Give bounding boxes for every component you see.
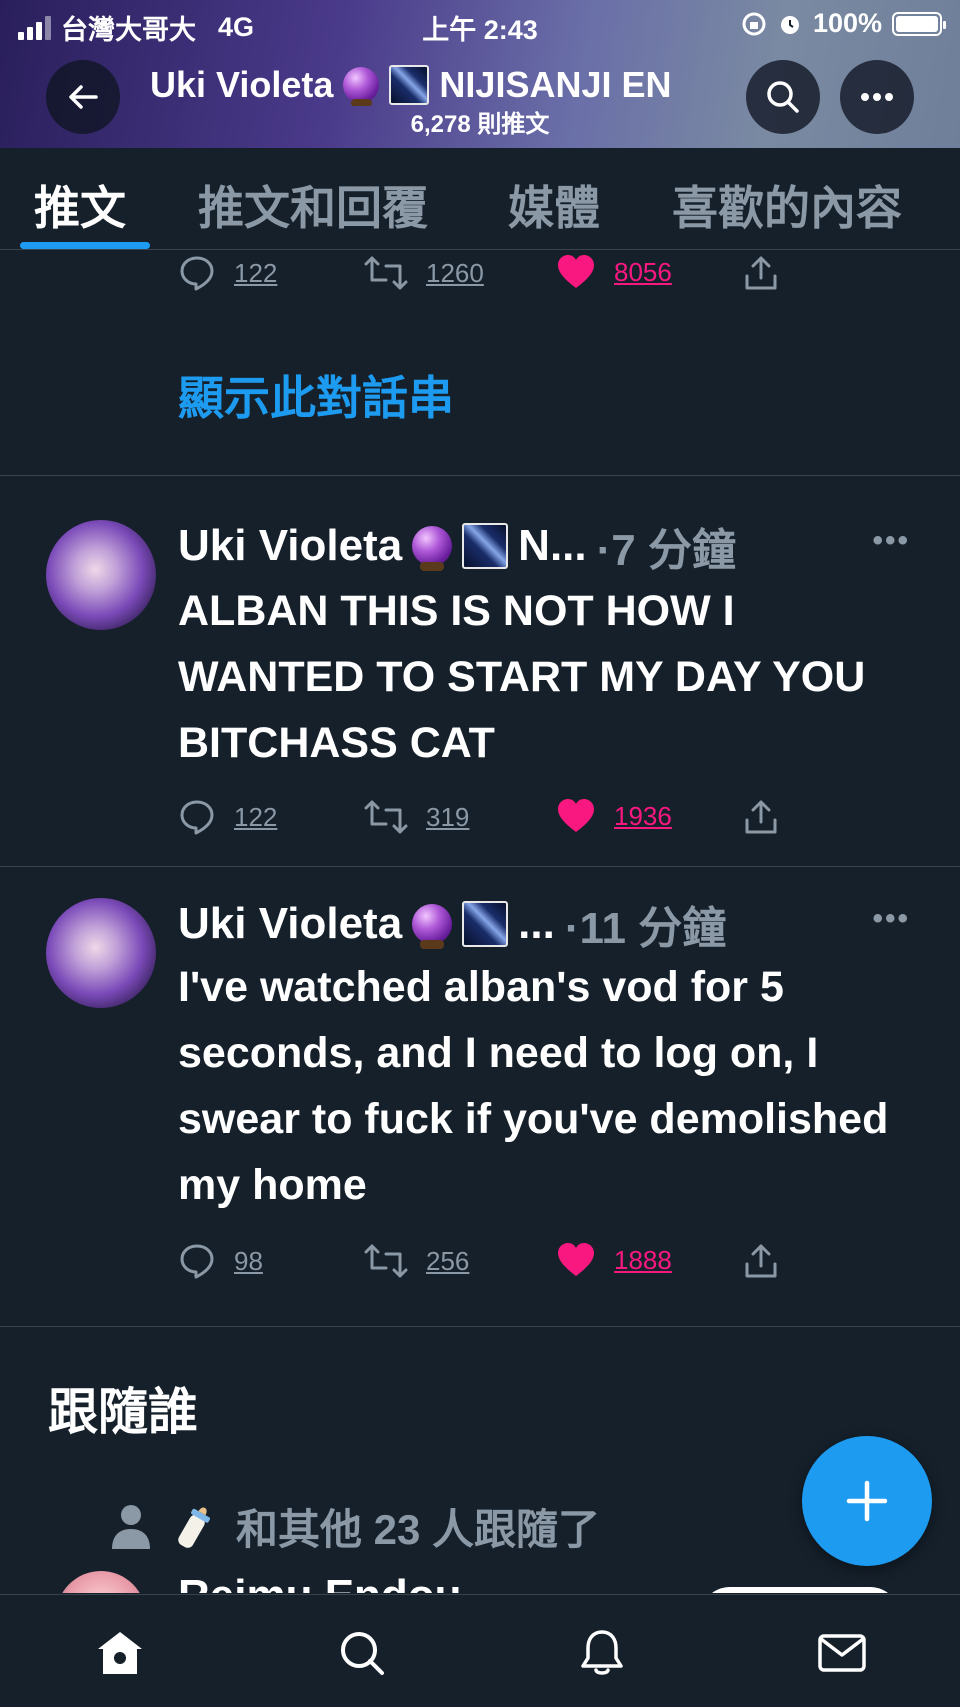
retweet-icon: [364, 256, 408, 290]
show-thread-link[interactable]: 顯示此對話串: [178, 362, 454, 428]
tweet-header: Uki Violeta N... ·7 分鐘: [178, 514, 736, 578]
like-count: 8056: [614, 256, 672, 287]
retweet-count: 319: [426, 801, 470, 832]
nav-messages[interactable]: [814, 1625, 870, 1681]
like-count: 1936: [614, 800, 672, 831]
retweet-action[interactable]: 319: [364, 798, 469, 836]
like-action[interactable]: 1888: [556, 1242, 672, 1278]
mail-icon: [818, 1634, 866, 1672]
header-name: Uki Violeta: [150, 64, 334, 105]
reply-action[interactable]: 122: [178, 798, 277, 836]
header-org: NIJISANJI EN: [439, 64, 672, 105]
retweet-icon: [364, 800, 408, 834]
nav-home[interactable]: [92, 1625, 148, 1681]
galaxy-emoji: [462, 523, 509, 569]
tweet-author-name[interactable]: Uki Violeta: [178, 521, 402, 571]
battery-label: 100%: [812, 8, 882, 38]
tweet-time[interactable]: ·7 分鐘: [597, 514, 736, 578]
status-bar: 台灣大哥大 4G 上午 2:43 100%: [0, 0, 960, 50]
bottom-nav: [0, 1594, 960, 1707]
reply-icon: [180, 800, 214, 835]
profile-tabs: 推文 推文和回覆 媒體 喜歡的內容: [0, 148, 960, 250]
tweet-more-icon[interactable]: •••: [872, 902, 910, 936]
retweet-action[interactable]: 1260: [364, 254, 484, 292]
retweet-count: 256: [426, 1245, 470, 1276]
nav-notifications[interactable]: [574, 1625, 630, 1681]
more-icon: [861, 93, 893, 101]
profile-header-name: Uki Violeta NIJISANJI EN: [150, 64, 770, 106]
tab-media[interactable]: 媒體: [508, 172, 600, 238]
reply-icon: [180, 256, 214, 291]
heart-icon: [558, 255, 594, 288]
like-count: 1888: [614, 1244, 672, 1275]
reply-icon: [180, 1244, 214, 1279]
heart-icon: [558, 799, 594, 832]
crystal-ball-emoji: [412, 526, 453, 571]
suggested-user-row[interactable]: Reimu Endou: [0, 1565, 960, 1593]
tweet-more-icon[interactable]: •••: [872, 524, 910, 558]
tweet-divider: [0, 866, 960, 867]
reply-action[interactable]: 122: [178, 254, 277, 292]
tab-tweets-and-replies[interactable]: 推文和回覆: [198, 172, 428, 238]
tweet-author-name[interactable]: Uki Violeta: [178, 899, 402, 949]
tab-likes[interactable]: 喜歡的內容: [672, 172, 902, 238]
who-to-follow-title: 跟隨誰: [48, 1384, 198, 1440]
search-icon: [767, 81, 799, 113]
share-action[interactable]: [742, 798, 780, 836]
galaxy-emoji: [462, 901, 509, 947]
avatar[interactable]: [46, 898, 156, 1008]
follow-button[interactable]: [700, 1587, 900, 1593]
share-icon: [745, 800, 777, 834]
home-icon: [98, 1632, 142, 1674]
tweet-author-suffix: ...: [518, 899, 555, 948]
person-icon: [112, 1504, 150, 1549]
tweet-divider: [0, 1326, 960, 1327]
search-icon: [341, 1632, 384, 1675]
active-tab-indicator: [20, 242, 150, 249]
heart-icon: [558, 1243, 594, 1276]
like-action[interactable]: 8056: [556, 254, 672, 290]
tweet-author-suffix: N...: [518, 521, 587, 570]
reply-action[interactable]: 98: [178, 1242, 263, 1280]
retweet-action[interactable]: 256: [364, 1242, 469, 1280]
more-button[interactable]: [840, 60, 914, 134]
like-action[interactable]: 1936: [556, 798, 672, 834]
retweet-icon: [364, 1244, 408, 1278]
crystal-ball-emoji: [412, 904, 453, 949]
retweet-count: 1260: [426, 257, 484, 288]
suggested-user-name[interactable]: Reimu Endou: [178, 1571, 462, 1593]
crystal-ball-emoji: [343, 67, 380, 106]
reply-count: 122: [234, 801, 278, 832]
avatar[interactable]: [56, 1571, 146, 1593]
bell-icon: [581, 1630, 623, 1675]
rotation-lock-icon: [742, 12, 766, 35]
reply-count: 122: [234, 257, 278, 288]
compose-plus-icon: [846, 1480, 888, 1522]
share-icon: [745, 256, 777, 290]
nav-search[interactable]: [334, 1625, 390, 1681]
tweet-text: I've watched alban's vod for 5 seconds, …: [178, 963, 889, 1209]
reply-count: 98: [234, 1245, 263, 1276]
baby-bottle-icon: [178, 1507, 210, 1548]
search-button[interactable]: [746, 60, 820, 134]
share-icon: [745, 1244, 777, 1278]
share-action[interactable]: [742, 254, 780, 292]
tab-tweets[interactable]: 推文: [34, 172, 126, 238]
followed-by-row: 和其他 23 人跟隨了: [110, 1496, 600, 1557]
tweet-text: ALBAN THIS IS NOT HOW I WANTED TO START …: [178, 587, 866, 767]
tweet-actions: 122 319 1936: [178, 798, 798, 838]
avatar[interactable]: [46, 520, 156, 630]
compose-button[interactable]: [802, 1436, 932, 1566]
followed-by-text: 和其他 23 人跟隨了: [236, 1506, 601, 1553]
tweet-divider: [0, 475, 960, 476]
galaxy-emoji: [389, 65, 430, 105]
alarm-icon: [780, 15, 799, 34]
tweet-time[interactable]: ·11 分鐘: [565, 892, 726, 956]
tweet-actions: 122 1260 8056: [178, 254, 798, 294]
share-action[interactable]: [742, 1242, 780, 1280]
tweet-header: Uki Violeta ... ·11 分鐘: [178, 892, 726, 956]
tweet-actions: 98 256 1888: [178, 1242, 798, 1282]
battery-icon: [892, 11, 946, 36]
